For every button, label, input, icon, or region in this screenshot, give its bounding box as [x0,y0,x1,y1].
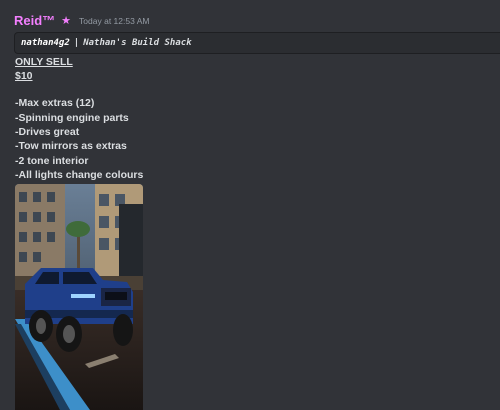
feature-line: -All lights change colours [15,169,144,181]
only-sell-label: ONLY SELL [15,56,73,68]
code-block: nathan4g2 | Nathan's Build Shack [14,32,500,54]
code-shop-name: Nathan's Build Shack [83,38,192,48]
price-label: $10 [15,70,33,82]
message-header: Reid™ ★ Today at 12:53 AM [14,13,149,28]
message-timestamp: Today at 12:53 AM [79,15,150,26]
feature-line: -Spinning engine parts [15,112,129,124]
code-username: nathan4g2 [21,38,70,48]
code-separator: | [73,38,80,48]
feature-line: -Max extras (12) [15,97,95,109]
feature-line: -2 tone interior [15,155,89,167]
author-name[interactable]: Reid™ [14,13,55,28]
truck-image[interactable] [15,184,143,410]
feature-line: -Tow mirrors as extras [15,140,127,152]
feature-line: -Drives great [15,126,80,138]
star-icon: ★ [61,14,72,27]
